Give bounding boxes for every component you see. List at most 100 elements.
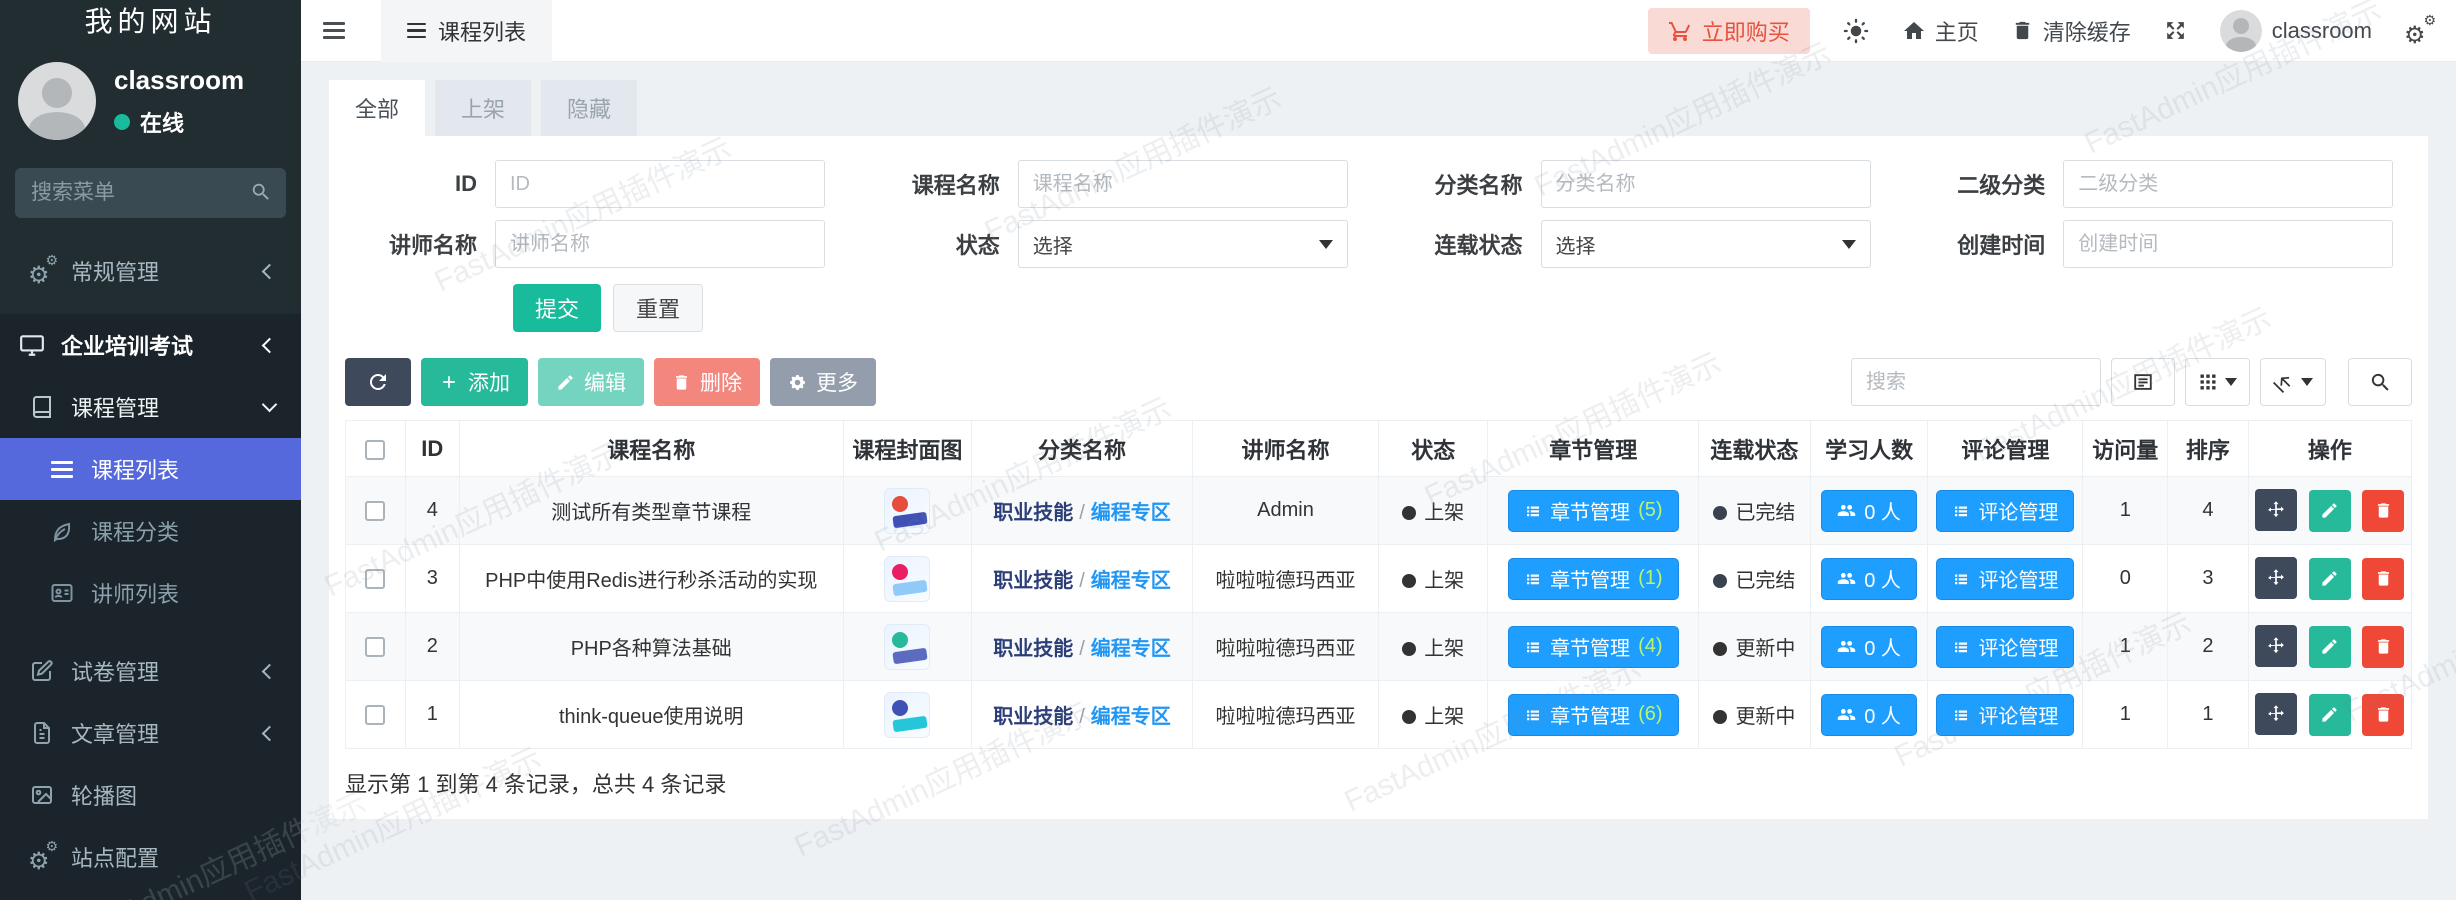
comments-button[interactable]: 评论管理 — [1936, 558, 2074, 600]
sidebar-item-banner[interactable]: 轮播图 — [0, 764, 301, 826]
create-time-field[interactable] — [2063, 220, 2393, 268]
more-button[interactable]: 更多 — [770, 358, 876, 406]
category-child-link[interactable]: 编程专区 — [1091, 570, 1171, 592]
learners-button[interactable]: 0 人 — [1821, 490, 1917, 532]
field-label-course-name: 课程名称 — [868, 168, 1018, 200]
chapters-button[interactable]: 章节管理 (1) — [1508, 558, 1678, 600]
refresh-icon — [366, 370, 390, 394]
teacher-name-field[interactable] — [495, 220, 825, 268]
submit-button[interactable]: 提交 — [513, 284, 601, 332]
sidebar-item-site-config[interactable]: ⚙⚙ 站点配置 — [0, 826, 301, 888]
comments-button[interactable]: 评论管理 — [1936, 694, 2074, 736]
trash-icon — [2374, 501, 2393, 520]
search-button[interactable] — [2348, 358, 2412, 406]
category-parent-link[interactable]: 职业技能 — [993, 706, 1073, 728]
course-name-field[interactable] — [1018, 160, 1348, 208]
category-child-link[interactable]: 编程专区 — [1091, 638, 1171, 660]
delete-button[interactable]: 删除 — [654, 358, 760, 406]
drag-sort-button[interactable] — [2255, 557, 2297, 599]
row-checkbox[interactable] — [365, 637, 385, 657]
category-parent-link[interactable]: 职业技能 — [993, 570, 1073, 592]
detail-view-button[interactable] — [2111, 358, 2175, 406]
row-edit-button[interactable] — [2309, 558, 2351, 600]
chapters-button[interactable]: 章节管理 (6) — [1508, 694, 1678, 736]
table-search-input[interactable] — [1851, 358, 2101, 406]
sidebar-item-general[interactable]: ⚙⚙ 常规管理 — [0, 240, 301, 302]
course-cover-thumbnail[interactable] — [884, 556, 930, 602]
sidebar-item-training[interactable]: 企业培训考试 — [0, 314, 301, 376]
sidebar-item-course-category[interactable]: 课程分类 — [0, 500, 301, 562]
comments-button[interactable]: 评论管理 — [1936, 626, 2074, 668]
settings-button[interactable]: ⚙⚙ — [2404, 17, 2434, 45]
learners-button[interactable]: 0 人 — [1821, 694, 1917, 736]
chapters-button[interactable]: 章节管理 (5) — [1508, 490, 1678, 532]
home-button[interactable]: 主页 — [1902, 15, 1979, 47]
row-checkbox[interactable] — [365, 569, 385, 589]
filter-tabs: 全部 上架 隐藏 — [329, 80, 2456, 136]
row-edit-button[interactable] — [2309, 490, 2351, 532]
row-checkbox[interactable] — [365, 705, 385, 725]
fullscreen-button[interactable] — [2163, 18, 2188, 43]
clear-cache-button[interactable]: 清除缓存 — [2011, 15, 2131, 47]
learners-button[interactable]: 0 人 — [1821, 626, 1917, 668]
category-parent-link[interactable]: 职业技能 — [993, 502, 1073, 524]
category-child-link[interactable]: 编程专区 — [1091, 502, 1171, 524]
sidebar-item-label: 常规管理 — [71, 255, 249, 287]
sidebar-item-exam-mgmt[interactable]: 试卷管理 — [0, 640, 301, 702]
drag-sort-button[interactable] — [2255, 693, 2297, 735]
row-edit-button[interactable] — [2309, 626, 2351, 668]
drag-sort-button[interactable] — [2255, 489, 2297, 531]
tab-all[interactable]: 全部 — [329, 80, 425, 136]
comments-button[interactable]: 评论管理 — [1936, 490, 2074, 532]
row-checkbox[interactable] — [365, 501, 385, 521]
sidebar-item-course-list[interactable]: 课程列表 — [0, 438, 301, 500]
file-text-icon — [28, 721, 56, 745]
topbar-tab-course-list[interactable]: 课程列表 — [381, 0, 552, 62]
cell-chapters: 章节管理 (5) — [1488, 477, 1699, 545]
buy-now-button[interactable]: 立即购买 — [1648, 8, 1810, 54]
select-all-checkbox[interactable] — [365, 440, 385, 460]
refresh-button[interactable] — [345, 358, 411, 406]
user-menu[interactable]: classroom — [2220, 10, 2372, 52]
course-cover-thumbnail[interactable] — [884, 692, 930, 738]
export-button[interactable] — [2260, 358, 2326, 406]
category-parent-link[interactable]: 职业技能 — [993, 638, 1073, 660]
chevron-left-icon — [262, 337, 278, 353]
category-name-field[interactable] — [1541, 160, 1871, 208]
tab-on-shelf[interactable]: 上架 — [435, 80, 531, 136]
menu-search-input[interactable] — [15, 168, 286, 218]
book-icon — [28, 395, 56, 419]
row-delete-button[interactable] — [2362, 490, 2404, 532]
status-select[interactable]: 选择 — [1018, 220, 1348, 268]
sidebar-toggle-button[interactable] — [301, 0, 367, 62]
row-delete-button[interactable] — [2362, 558, 2404, 600]
learners-button[interactable]: 0 人 — [1821, 558, 1917, 600]
sidebar-item-teacher-list[interactable]: 讲师列表 — [0, 562, 301, 624]
course-cover-thumbnail[interactable] — [884, 488, 930, 534]
serial-status-select[interactable]: 选择 — [1541, 220, 1871, 268]
id-field[interactable] — [495, 160, 825, 208]
cell-id: 3 — [405, 545, 459, 613]
list-icon — [1952, 638, 1970, 656]
category-separator: / — [1079, 638, 1085, 660]
add-button[interactable]: 添加 — [421, 358, 528, 406]
row-edit-button[interactable] — [2309, 694, 2351, 736]
tab-hidden[interactable]: 隐藏 — [541, 80, 637, 136]
row-delete-button[interactable] — [2362, 626, 2404, 668]
columns-button[interactable] — [2185, 358, 2250, 406]
sidebar-item-course-mgmt[interactable]: 课程管理 — [0, 376, 301, 438]
row-delete-button[interactable] — [2362, 694, 2404, 736]
course-cover-thumbnail[interactable] — [884, 624, 930, 670]
trash-icon — [2374, 705, 2393, 724]
drag-sort-button[interactable] — [2255, 625, 2297, 667]
category-child-link[interactable]: 编程专区 — [1091, 706, 1171, 728]
sub-category-field[interactable] — [2063, 160, 2393, 208]
online-label: 在线 — [140, 106, 184, 138]
chapters-button[interactable]: 章节管理 (4) — [1508, 626, 1678, 668]
theme-toggle-button[interactable] — [1842, 17, 1870, 45]
reset-button[interactable]: 重置 — [613, 284, 703, 332]
edit-button[interactable]: 编辑 — [538, 358, 644, 406]
sidebar-item-article-mgmt[interactable]: 文章管理 — [0, 702, 301, 764]
cell-comments: 评论管理 — [1928, 477, 2083, 545]
chevron-down-icon — [262, 396, 278, 412]
